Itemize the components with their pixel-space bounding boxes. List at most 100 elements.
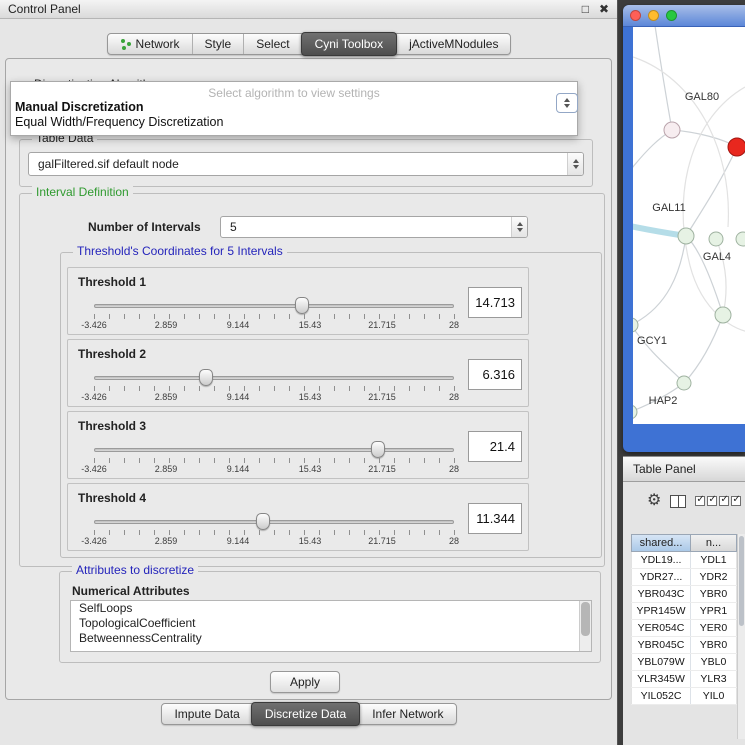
table-row[interactable]: YBL079WYBL0 (631, 654, 737, 671)
axis-tick-label: 21.715 (368, 536, 396, 546)
algorithm-option-equal-width-frequency-discretization[interactable]: Equal Width/Frequency Discretization (11, 115, 577, 130)
scrollbar-thumb[interactable] (581, 602, 590, 636)
tab-jactivemnodules[interactable]: jActiveMNodules (396, 34, 510, 54)
network-edge (686, 147, 737, 236)
network-edge (633, 236, 686, 325)
network-view-window[interactable]: GAL80GAL11GAL4GCY1HAP2 (623, 5, 745, 452)
column-selector-icon[interactable] (670, 495, 686, 508)
network-node[interactable] (677, 376, 691, 390)
table-row[interactable]: YLR345WYLR3 (631, 671, 737, 688)
number-of-intervals-combobox[interactable]: 5 (220, 216, 528, 238)
threshold-label: Threshold 2 (78, 347, 146, 361)
tab-impute-data[interactable]: Impute Data (162, 704, 251, 724)
tab-cyni-toolbox[interactable]: Cyni Toolbox (301, 32, 397, 56)
axis-tick-label: 2.859 (155, 464, 178, 474)
threshold-panel-1: Threshold 1-3.4262.8599.14415.4321.71528 (67, 267, 529, 335)
thresholds-group-label: Threshold's Coordinates for 5 Intervals (73, 245, 287, 258)
close-icon[interactable]: ✖ (599, 3, 609, 15)
number-of-intervals-value: 5 (221, 220, 511, 234)
network-node[interactable] (728, 138, 745, 156)
tab-style[interactable]: Style (192, 34, 244, 54)
algorithm-option-manual-discretization[interactable]: Manual Discretization (11, 100, 577, 115)
checkbox-icon[interactable] (731, 496, 741, 506)
threshold-slider[interactable]: -3.4262.8599.14415.4321.71528 (94, 440, 454, 476)
slider-thumb[interactable] (199, 369, 213, 386)
slider-track (94, 448, 454, 452)
slider-track (94, 304, 454, 308)
table-data-group: Table Data galFiltered.sif default node (19, 139, 593, 187)
gear-icon[interactable]: ⚙ (647, 493, 661, 509)
tab-label: Impute Data (174, 707, 239, 721)
table-row[interactable]: YBR043CYBR0 (631, 586, 737, 603)
tab-network[interactable]: Network (108, 34, 192, 54)
table-row[interactable]: YDR27...YDR2 (631, 569, 737, 586)
network-window-titlebar[interactable] (623, 5, 745, 27)
table-data-selected-value: galFiltered.sif default node (29, 157, 567, 171)
slider-thumb[interactable] (256, 513, 270, 530)
attributes-scrollbar[interactable] (579, 601, 591, 651)
table-scrollbar[interactable] (737, 534, 745, 739)
cell-shared-name: YPR145W (631, 603, 691, 619)
threshold-slider[interactable]: -3.4262.8599.14415.4321.71528 (94, 368, 454, 404)
scrollbar-thumb[interactable] (739, 536, 744, 626)
network-canvas[interactable]: GAL80GAL11GAL4GCY1HAP2 (633, 27, 745, 424)
checkbox-icon[interactable] (695, 496, 705, 506)
minimize-traffic-light-icon[interactable] (648, 10, 659, 21)
network-node[interactable] (633, 405, 637, 419)
slider-ticks (94, 386, 455, 391)
threshold-value-input[interactable] (468, 503, 522, 534)
table-panel-title: Table Panel (633, 462, 696, 476)
network-edge (684, 315, 723, 383)
table-row[interactable]: YBR045CYBR0 (631, 637, 737, 654)
cell-name: YBL0 (691, 654, 737, 670)
table-row[interactable]: YIL052CYIL0 (631, 688, 737, 705)
close-traffic-light-icon[interactable] (630, 10, 641, 21)
zoom-traffic-light-icon[interactable] (666, 10, 677, 21)
attributes-list[interactable]: SelfLoopsTopologicalCoefficientBetweenne… (70, 600, 592, 652)
threshold-value-input[interactable] (468, 287, 522, 318)
cell-name: YIL0 (691, 688, 737, 704)
network-node[interactable] (709, 232, 723, 246)
checkbox-icon[interactable] (707, 496, 717, 506)
tab-label: Cyni Toolbox (315, 37, 383, 51)
table-data-combobox[interactable]: galFiltered.sif default node (28, 152, 584, 176)
algorithm-combobox-stepper[interactable] (556, 93, 578, 113)
threshold-value-input[interactable] (468, 431, 522, 462)
network-node[interactable] (678, 228, 694, 244)
apply-button[interactable]: Apply (270, 671, 340, 693)
cell-shared-name: YDL19... (631, 552, 691, 568)
cell-name: YBR0 (691, 637, 737, 653)
threshold-slider[interactable]: -3.4262.8599.14415.4321.71528 (94, 512, 454, 548)
table-row[interactable]: YPR145WYPR1 (631, 603, 737, 620)
network-node[interactable] (715, 307, 731, 323)
network-node[interactable] (736, 232, 745, 246)
column-header-shared-name[interactable]: shared... (631, 534, 691, 552)
cell-name: YBR0 (691, 586, 737, 602)
axis-tick-label: 28 (449, 464, 459, 474)
table-row[interactable]: YER054CYER0 (631, 620, 737, 637)
axis-tick-label: 21.715 (368, 320, 396, 330)
attribute-list-item-betweennesscentrality[interactable]: BetweennessCentrality (71, 631, 591, 646)
slider-thumb[interactable] (295, 297, 309, 314)
network-node[interactable] (633, 318, 638, 332)
network-edge (672, 130, 737, 147)
column-header-name[interactable]: n... (691, 534, 737, 552)
axis-tick-label: 9.144 (227, 536, 250, 546)
threshold-label: Threshold 4 (78, 491, 146, 505)
tab-infer-network[interactable]: Infer Network (359, 704, 455, 724)
tab-select[interactable]: Select (243, 34, 301, 54)
checkbox-icon[interactable] (719, 496, 729, 506)
attribute-list-item-selfloops[interactable]: SelfLoops (71, 601, 591, 616)
attribute-list-item-topologicalcoefficient[interactable]: TopologicalCoefficient (71, 616, 591, 631)
threshold-value-input[interactable] (468, 359, 522, 390)
table-row[interactable]: YDL19...YDL1 (631, 552, 737, 569)
slider-thumb[interactable] (371, 441, 385, 458)
tab-discretize-data[interactable]: Discretize Data (251, 702, 360, 726)
network-node[interactable] (664, 122, 680, 138)
axis-tick-label: 15.43 (299, 464, 322, 474)
slider-ticks (94, 458, 455, 463)
axis-tick-label: 15.43 (299, 536, 322, 546)
threshold-slider[interactable]: -3.4262.8599.14415.4321.71528 (94, 296, 454, 332)
float-icon[interactable]: □ (582, 3, 589, 15)
slider-axis-labels: -3.4262.8599.14415.4321.71528 (94, 536, 454, 547)
